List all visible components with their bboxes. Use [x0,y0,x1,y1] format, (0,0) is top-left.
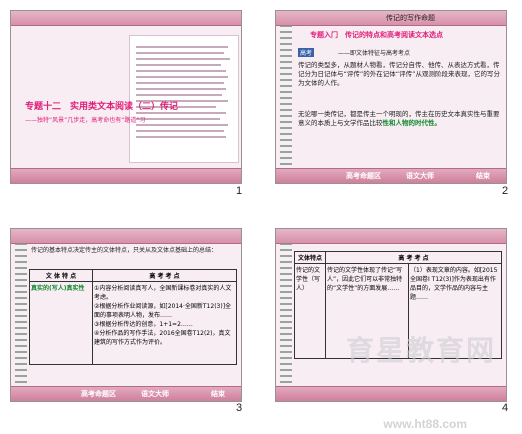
table-header: 文 体 特 点 [29,269,93,282]
slide-intro: 传记的基本特点决定传主的文体特点，只关从及文体点基础上的总结： [31,247,218,254]
nav-button-end[interactable]: 结束 [211,389,225,399]
exam-table: 文 体 特 点 高 考 考 点 真实的(写人)真实性 ①内容分析阅读真写人，全国… [29,269,237,365]
slide-header-bar [11,229,241,244]
slide-title: 专题十二 实用类文本阅读（二）传记 [25,102,179,112]
slide-title: 专题入门 传记的特点和高考阅读文本选点 [310,31,443,39]
slide-footer-bar: 高考命题区 语文大师 结束 [276,168,506,183]
slide-header-bar [11,11,241,26]
table-header: 高 考 考 点 [92,269,237,282]
slide-number: 1 [236,185,243,197]
slide-4-thumbnail[interactable]: 文体特点 高 考 考 点 传记的文学性（写人） 传记的文学性体现了传记“写人”，… [275,228,507,402]
slide-1-thumbnail[interactable]: 专题十二 实用类文本阅读（二）传记 ——独特“风景”几步走，高考命也有“路道”习 [10,10,242,184]
notebook-spiral [280,243,292,387]
table-cell: ①内容分析阅读真写人，全国新课标卷对真实的人文考虑。 ②根据分析作业阅读源，如[… [92,281,237,365]
nav-button-master[interactable]: 语文大师 [406,171,434,181]
slide-2-thumbnail[interactable]: 传记的写作命题 专题入门 传记的特点和高考阅读文本选点 高考 ——即文体特征与高… [275,10,507,184]
nav-button-end[interactable]: 结束 [476,171,490,181]
slide-footer-bar [11,168,241,183]
notebook-spiral [280,25,292,169]
table-cell-label: 真实的(写人)真实性 [29,281,93,365]
nav-button-exam[interactable]: 高考命题区 [81,389,116,399]
slide-number: 3 [236,402,243,414]
table-cell-label: 传记的文学性（写人） [294,263,326,359]
slide-header-bar [276,229,506,244]
paragraph-1: 传记的类型多，从题材人物看，传记分自传、他传、从表达方式看，传记分为日记体与“评… [298,61,500,87]
slide-header-bar: 传记的写作命题 [276,11,506,26]
watermark-logo-text: 育星教育网 [345,334,496,367]
slide-number: 2 [502,185,509,197]
nav-button-master[interactable]: 语文大师 [141,389,169,399]
slide-number: 4 [502,402,509,414]
section-badge: 高考 [298,48,315,57]
paragraph-2: 无论哪一类传记，都是传主一个明现的，传主在历史文本真实性与重要意义的本质上与文学… [298,110,500,127]
highlight-text: 性和人物的时代性。 [382,119,442,127]
slide-footer-bar: 高考命题区 语文大师 结束 [11,386,241,401]
slide-3-thumbnail[interactable]: 传记的基本特点决定传主的文体特点，只关从及文体点基础上的总结： 文 体 特 点 … [10,228,242,402]
nav-button-exam[interactable]: 高考命题区 [346,171,381,181]
section-subtitle: ——即文体特征与高考考点 [338,50,411,57]
slide-subtitle: ——独特“风景”几步走，高考命也有“路道”习 [25,117,146,124]
watermark-url: www.ht88.com [383,417,467,431]
table-header: 高 考 考 点 [325,251,502,264]
table-header: 文体特点 [294,251,326,264]
notebook-spiral [15,243,27,387]
slide-footer-bar [276,386,506,401]
header-text: 传记的写作命题 [386,14,435,22]
